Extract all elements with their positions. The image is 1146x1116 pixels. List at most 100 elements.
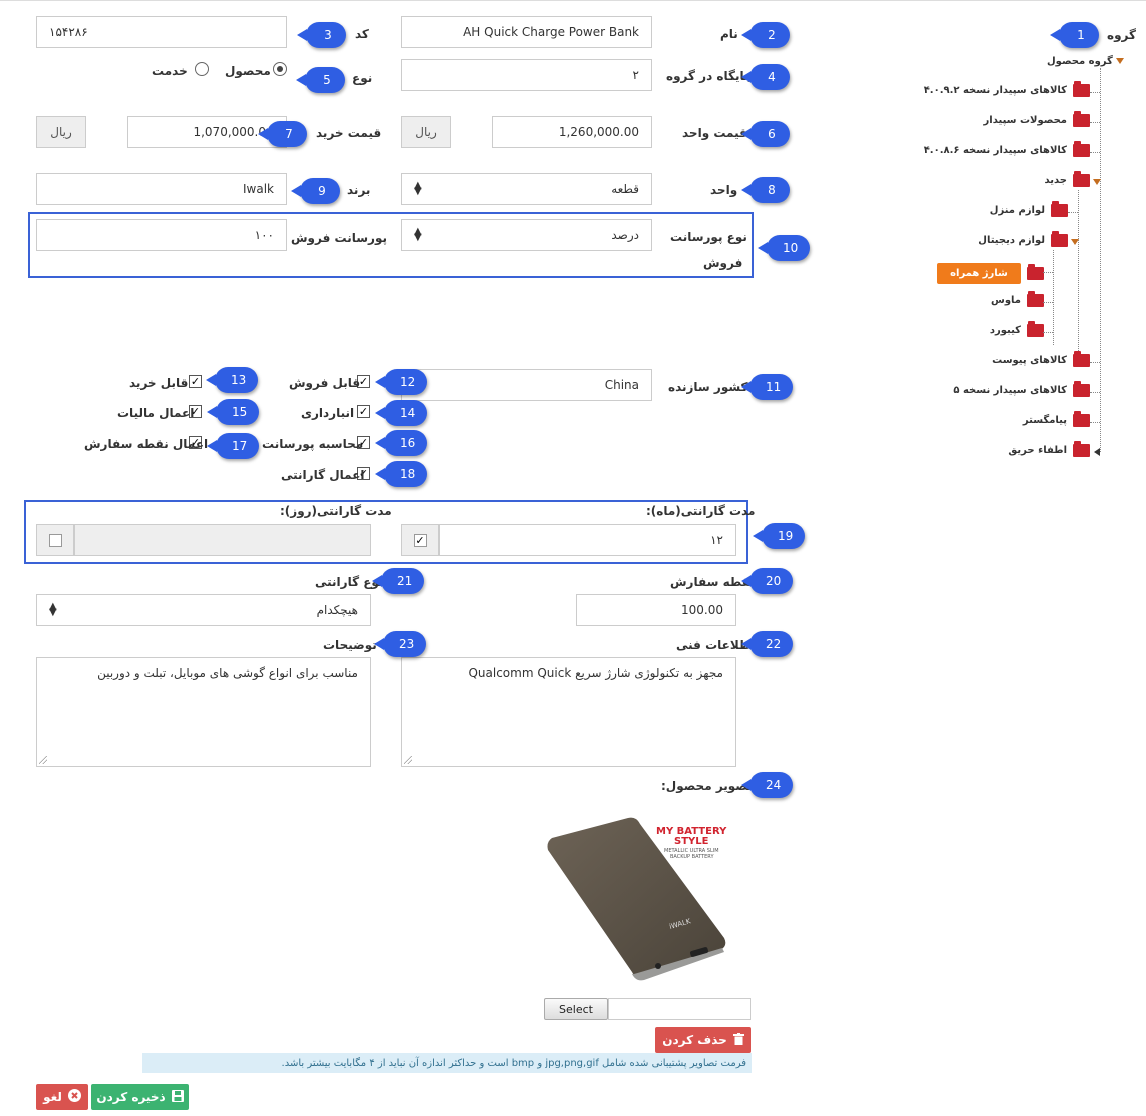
- annotation-badge: 20: [740, 568, 794, 594]
- tree-item[interactable]: محصولات سپیدار: [984, 111, 1090, 127]
- annotation-badge: 13: [205, 367, 259, 393]
- tree-guide-line: [1090, 362, 1100, 363]
- annotation-badge: 18: [374, 461, 428, 487]
- cancel-button[interactable]: لغو: [36, 1084, 88, 1110]
- tree-item[interactable]: کالاهای پیوست: [992, 351, 1090, 367]
- tree-item[interactable]: کیبورد: [990, 321, 1044, 337]
- warranty-type-select[interactable]: هیچکدام ▲ ▼: [36, 594, 371, 626]
- description-label: توضیحات: [323, 638, 377, 652]
- currency-addon: ریال: [36, 116, 86, 148]
- warranty-month-addon: ✓: [401, 524, 439, 556]
- name-field[interactable]: AH Quick Charge Power Bank: [401, 16, 652, 48]
- tree-collapse-icon[interactable]: [1071, 239, 1079, 245]
- annotation-badge: 24: [740, 772, 794, 798]
- folder-icon: [1051, 231, 1068, 247]
- tree-guide-line: [1078, 190, 1079, 355]
- type-service-label: خدمت: [152, 64, 188, 78]
- unit-price-field[interactable]: 1,260,000.00: [492, 116, 652, 148]
- code-field[interactable]: ۱۵۴۲۸۶: [36, 16, 287, 48]
- resize-grip-icon[interactable]: [404, 756, 412, 764]
- position-label: جایگاه در گروه: [666, 69, 753, 83]
- tree-guide-line: [1090, 152, 1100, 153]
- warranty-day-addon: [36, 524, 74, 556]
- tree-item[interactable]: کالاهای سپیدار نسخه ۵: [953, 381, 1090, 397]
- file-name-field[interactable]: [608, 998, 751, 1020]
- delete-image-button[interactable]: حذف کردن: [655, 1027, 751, 1053]
- unit-label: واحد: [710, 183, 738, 197]
- folder-icon: [1051, 201, 1068, 217]
- tree-expand-icon[interactable]: [1094, 448, 1100, 456]
- annotation-badge: 22: [740, 631, 794, 657]
- tree-item[interactable]: جدید: [1044, 171, 1090, 187]
- annotation-badge: 1: [1050, 22, 1099, 48]
- type-label: نوع: [352, 71, 373, 85]
- tree-item[interactable]: کالاهای سپیدار نسخه ۴.۰.۸.۶: [924, 141, 1090, 157]
- tree-item[interactable]: لوازم دیجیتال: [978, 231, 1068, 247]
- currency-addon: ریال: [401, 116, 451, 148]
- reorder-point-field[interactable]: 100.00: [576, 594, 736, 626]
- inventory-label: انبارداری: [301, 406, 355, 420]
- folder-icon: [1027, 321, 1044, 337]
- tree-item[interactable]: پیامگستر: [1023, 411, 1090, 427]
- tree-item-selected[interactable]: شارژ همراه: [937, 263, 1044, 284]
- purchasable-label: قابل خرید: [129, 376, 189, 390]
- annotation-badge: 9: [291, 178, 340, 204]
- tree-guide-line: [1090, 392, 1100, 393]
- buy-price-label: قیمت خرید: [316, 126, 382, 140]
- country-label: کشور سازنده: [668, 380, 748, 394]
- svg-text:BACKUP BATTERY: BACKUP BATTERY: [670, 854, 714, 860]
- tech-info-textarea[interactable]: مجهز به تکنولوژی شارژ سریع Qualcomm Quic…: [401, 657, 736, 767]
- folder-icon: [1027, 264, 1044, 280]
- tree-item[interactable]: اطفاء حریق: [1008, 441, 1090, 457]
- brand-field[interactable]: Iwalk: [36, 173, 287, 205]
- tree-root[interactable]: گروه محصول: [1047, 56, 1113, 67]
- description-textarea[interactable]: مناسب برای انواع گوشی های موبایل، تبلت و…: [36, 657, 371, 767]
- annotation-badge: 11: [740, 374, 794, 400]
- annotation-badge: 5: [296, 67, 345, 93]
- annotation-badge: 10: [757, 235, 811, 261]
- folder-icon: [1073, 111, 1090, 127]
- sellable-label: قابل فروش: [289, 376, 361, 390]
- resize-grip-icon[interactable]: [39, 756, 47, 764]
- commission-field[interactable]: ۱۰۰: [36, 219, 287, 251]
- folder-icon: [1027, 291, 1044, 307]
- tree-guide-line: [1043, 302, 1053, 303]
- select-arrows-icon: ▲ ▼: [414, 226, 422, 243]
- country-field[interactable]: China: [401, 369, 652, 401]
- warranty-day-field: [74, 524, 371, 556]
- purchasable-checkbox[interactable]: ✓: [189, 375, 202, 388]
- commission-type-select[interactable]: درصد ▲ ▼: [401, 219, 652, 251]
- warranty-month-field[interactable]: ۱۲: [439, 524, 736, 556]
- select-arrows-icon: ▲ ▼: [49, 601, 57, 618]
- tree-collapse-icon[interactable]: [1116, 58, 1124, 64]
- image-format-hint: فرمت تصاویر پشتیبانی شده شامل jpg,png,gi…: [142, 1053, 752, 1073]
- type-product-radio[interactable]: [273, 62, 287, 76]
- annotation-badge: 19: [752, 523, 806, 549]
- inventory-checkbox[interactable]: ✓: [357, 405, 370, 418]
- tree-guide-line: [1043, 332, 1053, 333]
- folder-icon: [1073, 381, 1090, 397]
- annotation-badge: 14: [374, 400, 428, 426]
- unit-price-label: قیمت واحد: [682, 126, 747, 140]
- warranty-month-checkbox[interactable]: ✓: [413, 533, 427, 547]
- product-image: iWALK MY BATTERY STYLE METALLIC ULTRA SL…: [540, 810, 740, 990]
- tree-item[interactable]: کالاهای سپیدار نسخه ۴.۰.۹.۲: [924, 81, 1090, 97]
- save-button[interactable]: ذخیره کردن: [91, 1084, 189, 1110]
- type-service-radio[interactable]: [195, 62, 209, 76]
- tree-item[interactable]: ماوس: [991, 291, 1044, 307]
- tree-item[interactable]: لوازم منزل: [990, 201, 1068, 217]
- annotation-badge: 8: [741, 177, 790, 203]
- annotation-badge: 16: [374, 430, 428, 456]
- svg-text:STYLE: STYLE: [674, 836, 709, 847]
- warranty-day-checkbox[interactable]: [48, 533, 62, 547]
- product-image-label: تصویر محصول:: [661, 779, 752, 793]
- folder-icon: [1073, 141, 1090, 157]
- unit-select[interactable]: قطعه ▲ ▼: [401, 173, 652, 205]
- tree-collapse-icon[interactable]: [1093, 179, 1101, 185]
- annotation-badge: 17: [206, 433, 260, 459]
- select-arrows-icon: ▲ ▼: [414, 180, 422, 197]
- warranty-month-label: مدت گارانتی(ماه):: [646, 504, 756, 518]
- warranty-day-label: مدت گارانتی(روز):: [280, 504, 392, 518]
- select-file-button[interactable]: Select: [544, 998, 608, 1020]
- position-field[interactable]: ۲: [401, 59, 652, 91]
